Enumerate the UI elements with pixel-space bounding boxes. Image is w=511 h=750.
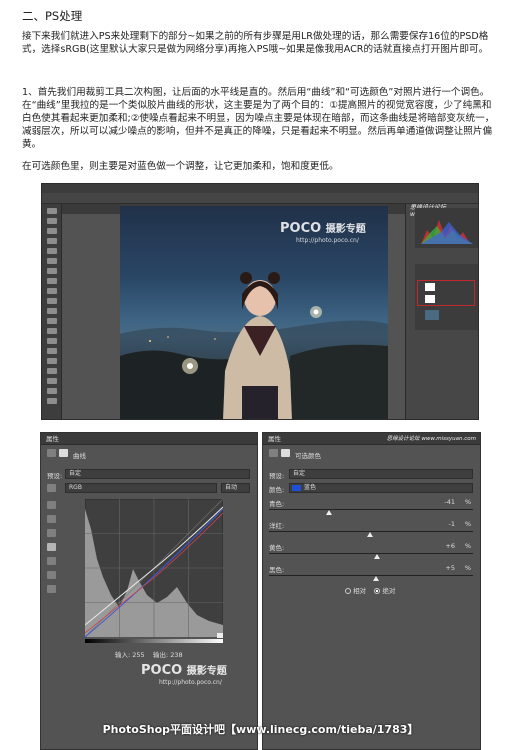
relative-label: 相对 (353, 587, 367, 595)
mask-icon[interactable] (59, 449, 68, 457)
eyedropper-white-icon[interactable] (47, 529, 56, 537)
poco-brand-text-2: POCO (141, 663, 183, 678)
slider-value[interactable]: +5 (445, 564, 455, 572)
poco-url-text-2: http://photo.poco.cn/ (159, 679, 222, 686)
ps-right-panels: 思缘设计论坛 www.missyuan.com (405, 204, 478, 419)
percent-unit: % (464, 520, 471, 528)
slider-value[interactable]: +6 (445, 542, 455, 550)
slider-thumb[interactable] (366, 532, 373, 537)
panel-title-2: 可选颜色 (295, 452, 321, 460)
auto-button[interactable]: 自动 (221, 483, 250, 493)
preset-label-2: 预设: (269, 472, 285, 480)
slider-label: 青色: (269, 500, 285, 508)
slider-track[interactable] (269, 553, 473, 554)
poco-cn-text: 摄影专题 (325, 224, 366, 235)
preset-dropdown[interactable]: 自定 (65, 469, 250, 479)
clipping-warning-icon[interactable] (47, 585, 56, 593)
layers-panel (415, 264, 478, 330)
properties-tab[interactable]: 属性 (41, 433, 257, 445)
portrait-photo: POCO 摄影专题 http://photo.poco.cn/ (120, 206, 388, 419)
adjustment-icon (47, 449, 56, 457)
colors-label: 颜色: (269, 486, 285, 494)
percent-unit: % (464, 564, 471, 572)
site-tag-watermark-2: 思缘设计论坛 www.missyuan.com (386, 436, 476, 442)
paragraph-3: 在可选颜色里，则主要是对蓝色做一个调整，让它更加柔和，饱和度更低。 (22, 161, 339, 172)
preset-label: 预设: (47, 472, 63, 480)
selective-color-properties-panel: 属性 思缘设计论坛 www.missyuan.com 可选颜色 预设: 自定 颜… (262, 432, 481, 750)
slider-row: 黑色: +5% (267, 563, 477, 585)
slider-track[interactable] (269, 509, 473, 510)
slider-label: 黑色: (269, 566, 285, 574)
slider-track[interactable] (269, 575, 473, 576)
slider-thumb[interactable] (373, 576, 380, 581)
poco-watermark: POCO 摄影专题 (280, 220, 366, 236)
paragraph-2: 1、首先我们用裁剪工具二次构图，让后面的水平线是直的。然后用“曲线”和“可选颜色… (22, 87, 495, 150)
white-point-slider[interactable] (217, 633, 223, 638)
slider-label: 洋红: (269, 522, 285, 530)
input-output-readout: 输入: 255 输出: 238 (115, 649, 183, 659)
slider-thumb[interactable] (374, 554, 381, 559)
poco-watermark-2: POCO 摄影专题 (141, 662, 227, 678)
blue-swatch (292, 485, 301, 491)
curves-layer-mask (425, 283, 435, 291)
slider-row: 黄色: +6% (267, 541, 477, 563)
absolute-label: 绝对 (382, 587, 396, 595)
slider-row: 洋红: -1% (267, 519, 477, 541)
poco-url-text: http://photo.poco.cn/ (296, 237, 359, 244)
ps-toolbar (42, 204, 62, 419)
footer-banner: PhotoShop平面设计吧【www.linecg.com/tieba/1783… (102, 723, 419, 736)
output-label: 输出: (152, 651, 169, 659)
slider-row: 青色: -41% (267, 497, 477, 519)
target-adjust-icon[interactable] (47, 484, 56, 492)
eyedropper-gray-icon[interactable] (47, 515, 56, 523)
input-gradient-bar (85, 639, 223, 643)
percent-unit: % (464, 498, 471, 506)
absolute-radio[interactable] (374, 588, 381, 594)
curves-properties-panel: 属性 曲线 预设: 自定 RGB 自动 输入: 255 输出: 238 POCO… (40, 432, 258, 750)
poco-brand-text: POCO (280, 221, 322, 236)
ps-menu-bar (42, 184, 478, 193)
mask-icon-2[interactable] (281, 449, 290, 457)
section-heading: 二、PS处理 (22, 9, 83, 23)
colors-dropdown[interactable]: 蓝色 (289, 483, 473, 493)
photoshop-screenshot: POCO 摄影专题 http://photo.poco.cn/ 思缘设计论坛 w… (41, 183, 479, 420)
histogram-graph (421, 220, 473, 244)
pencil-tool-icon[interactable] (47, 557, 56, 565)
slider-label: 黄色: (269, 544, 285, 552)
relative-radio[interactable] (345, 588, 351, 594)
method-radio-group: 相对 绝对 (345, 585, 395, 595)
background-layer-thumb (425, 310, 439, 320)
colors-value: 蓝色 (304, 484, 317, 491)
percent-unit: % (464, 542, 471, 550)
input-label: 输入: (115, 651, 131, 659)
panel-title: 曲线 (73, 452, 86, 460)
curve-point-tool-icon[interactable] (47, 543, 56, 551)
slider-value[interactable]: -41 (444, 498, 455, 506)
slider-value[interactable]: -1 (449, 520, 455, 528)
channel-dropdown[interactable]: RGB (65, 483, 217, 493)
curve-graph[interactable] (85, 499, 223, 637)
eyedropper-black-icon[interactable] (47, 501, 56, 509)
adjustment-icon-2 (269, 449, 278, 457)
paragraph-1: 接下来我们就进入PS来处理剩下的部分~如果之前的所有步骤是用LR做处理的话，那么… (22, 31, 489, 55)
histogram-panel (415, 208, 478, 248)
poco-cn-text-2: 摄影专题 (186, 666, 227, 677)
selective-color-layer-mask (425, 295, 435, 303)
preset-dropdown-2[interactable]: 自定 (289, 469, 473, 479)
smooth-icon[interactable] (47, 571, 56, 579)
slider-thumb[interactable] (326, 510, 333, 515)
output-value: 238 (170, 651, 183, 659)
input-value: 255 (132, 651, 145, 659)
